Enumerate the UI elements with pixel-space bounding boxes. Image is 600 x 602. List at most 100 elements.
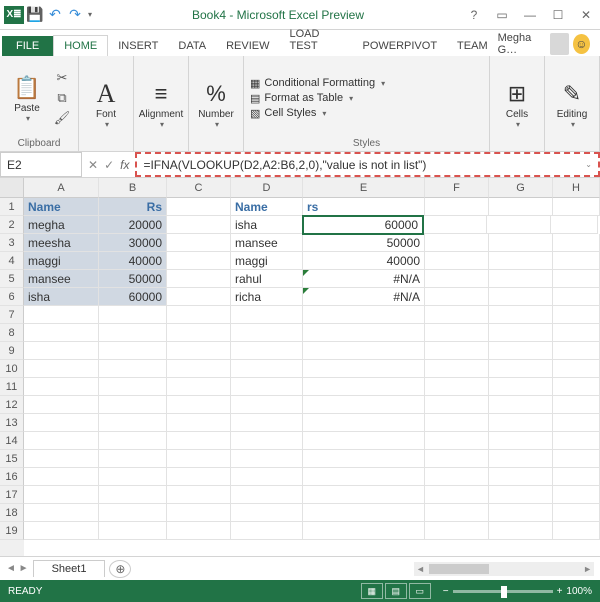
cell-G2[interactable] <box>487 216 551 234</box>
cut-icon[interactable]: ✂ <box>52 69 72 87</box>
cell-E7[interactable] <box>303 306 425 324</box>
col-header-G[interactable]: G <box>489 178 553 198</box>
conditional-formatting-button[interactable]: ▦Conditional Formatting▾ <box>250 77 385 90</box>
cell-F10[interactable] <box>425 360 489 378</box>
cell-F13[interactable] <box>425 414 489 432</box>
tab-insert[interactable]: INSERT <box>108 36 168 56</box>
cell-H3[interactable] <box>553 234 600 252</box>
minimize-icon[interactable]: — <box>520 5 540 25</box>
cell-B19[interactable] <box>99 522 167 540</box>
cell-A15[interactable] <box>24 450 99 468</box>
number-button[interactable]: % Number ▾ <box>195 71 237 137</box>
cell-D2[interactable]: isha <box>231 216 303 234</box>
redo-icon[interactable]: ↷ <box>66 6 84 24</box>
paste-button[interactable]: 📋 Paste ▾ <box>6 65 48 131</box>
col-header-A[interactable]: A <box>24 178 99 198</box>
pagebreak-view-icon[interactable]: ▭ <box>409 583 431 599</box>
cell-G1[interactable] <box>489 198 553 216</box>
cell-F4[interactable] <box>425 252 489 270</box>
scroll-right-icon[interactable]: ► <box>581 564 594 574</box>
cell-H8[interactable] <box>553 324 600 342</box>
cell-G14[interactable] <box>489 432 553 450</box>
cell-E8[interactable] <box>303 324 425 342</box>
cell-F15[interactable] <box>425 450 489 468</box>
save-icon[interactable]: 💾 <box>26 6 44 24</box>
scroll-left-icon[interactable]: ◄ <box>414 564 427 574</box>
cell-E11[interactable] <box>303 378 425 396</box>
feedback-smiley-icon[interactable]: ☺ <box>573 34 590 54</box>
cell-G8[interactable] <box>489 324 553 342</box>
row-header[interactable]: 15 <box>0 450 24 468</box>
cell-F19[interactable] <box>425 522 489 540</box>
cell-H15[interactable] <box>553 450 600 468</box>
cell-C15[interactable] <box>167 450 231 468</box>
cell-C16[interactable] <box>167 468 231 486</box>
cell-C13[interactable] <box>167 414 231 432</box>
cell-H17[interactable] <box>553 486 600 504</box>
cell-A9[interactable] <box>24 342 99 360</box>
cell-D3[interactable]: mansee <box>231 234 303 252</box>
row-header[interactable]: 18 <box>0 504 24 522</box>
cell-C10[interactable] <box>167 360 231 378</box>
cell-H11[interactable] <box>553 378 600 396</box>
cell-B10[interactable] <box>99 360 167 378</box>
cell-D17[interactable] <box>231 486 303 504</box>
row-header[interactable]: 6 <box>0 288 24 306</box>
horizontal-scrollbar[interactable]: ◄ ► <box>414 562 594 576</box>
cell-C8[interactable] <box>167 324 231 342</box>
cell-D8[interactable] <box>231 324 303 342</box>
col-header-D[interactable]: D <box>231 178 303 198</box>
cell-E13[interactable] <box>303 414 425 432</box>
cell-E9[interactable] <box>303 342 425 360</box>
cell-C1[interactable] <box>167 198 231 216</box>
scroll-thumb[interactable] <box>429 564 489 574</box>
cell-E10[interactable] <box>303 360 425 378</box>
alignment-button[interactable]: ≡ Alignment ▾ <box>140 71 182 137</box>
cell-D4[interactable]: maggi <box>231 252 303 270</box>
row-header[interactable]: 1 <box>0 198 24 216</box>
tab-review[interactable]: REVIEW <box>216 36 279 56</box>
cell-B8[interactable] <box>99 324 167 342</box>
cell-E4[interactable]: 40000 <box>303 252 425 270</box>
cell-A2[interactable]: megha <box>24 216 99 234</box>
help-icon[interactable]: ? <box>464 5 484 25</box>
row-header[interactable]: 4 <box>0 252 24 270</box>
cell-C11[interactable] <box>167 378 231 396</box>
cell-G12[interactable] <box>489 396 553 414</box>
copy-icon[interactable]: ⧉ <box>52 89 72 107</box>
cell-G13[interactable] <box>489 414 553 432</box>
row-header[interactable]: 7 <box>0 306 24 324</box>
tab-file[interactable]: FILE <box>2 36 53 56</box>
cell-E18[interactable] <box>303 504 425 522</box>
cell-A1[interactable]: Name <box>24 198 99 216</box>
cell-A3[interactable]: meesha <box>24 234 99 252</box>
cells[interactable]: NameRsNamersmegha20000isha60000meesha300… <box>24 198 600 540</box>
enter-icon[interactable]: ✓ <box>104 158 114 172</box>
maximize-icon[interactable]: ☐ <box>548 5 568 25</box>
cell-B18[interactable] <box>99 504 167 522</box>
cell-G7[interactable] <box>489 306 553 324</box>
cell-E16[interactable] <box>303 468 425 486</box>
cell-E17[interactable] <box>303 486 425 504</box>
cell-C18[interactable] <box>167 504 231 522</box>
cell-B15[interactable] <box>99 450 167 468</box>
cell-C9[interactable] <box>167 342 231 360</box>
fx-icon[interactable]: fx <box>120 158 129 172</box>
cell-D6[interactable]: richa <box>231 288 303 306</box>
cell-B14[interactable] <box>99 432 167 450</box>
close-icon[interactable]: ✕ <box>576 5 596 25</box>
cell-F11[interactable] <box>425 378 489 396</box>
cell-A12[interactable] <box>24 396 99 414</box>
cell-H6[interactable] <box>553 288 600 306</box>
cell-F3[interactable] <box>425 234 489 252</box>
add-sheet-button[interactable]: ⊕ <box>109 560 131 578</box>
cell-D16[interactable] <box>231 468 303 486</box>
cell-E14[interactable] <box>303 432 425 450</box>
cell-H9[interactable] <box>553 342 600 360</box>
cell-B16[interactable] <box>99 468 167 486</box>
cell-H1[interactable] <box>553 198 600 216</box>
tab-powerpivot[interactable]: POWERPIVOT <box>352 36 447 56</box>
cell-C2[interactable] <box>167 216 231 234</box>
cell-styles-button[interactable]: ▧Cell Styles▾ <box>250 107 385 120</box>
cell-E15[interactable] <box>303 450 425 468</box>
